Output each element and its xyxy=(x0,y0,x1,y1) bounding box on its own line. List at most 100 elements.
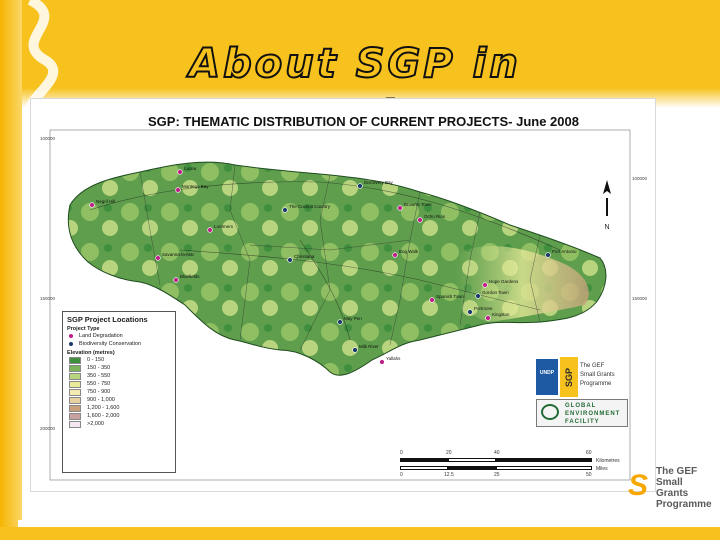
legend-heading: SGP Project Locations xyxy=(67,315,148,324)
branding-line: Programme xyxy=(656,499,712,510)
sgp-logo-line: Small Grants xyxy=(580,372,615,378)
legend-elevation-item: 900 - 1,000 xyxy=(69,396,175,404)
project-location-marker xyxy=(89,202,95,208)
undp-logo: UNDP xyxy=(536,359,558,395)
legend-elevation-item: 0 - 150 xyxy=(69,356,175,364)
project-location-marker xyxy=(352,347,358,353)
place-label: May Pen xyxy=(344,316,362,321)
gef-logo-line: GLOBAL xyxy=(565,403,597,409)
sgp-logo-text: The GEF Small Grants Programme xyxy=(580,362,630,389)
project-location-marker xyxy=(282,207,288,213)
legend-elevation-label: 1,600 - 2,000 xyxy=(87,413,120,419)
legend-item-biodiversity: Biodiversity Conservation xyxy=(69,340,175,348)
sgp-logo-line: The GEF xyxy=(580,363,605,369)
scale-tick: 25 xyxy=(494,472,500,478)
map-legend: SGP Project Locations Project Type Land … xyxy=(62,311,176,473)
sgp-branding: The GEF Small Grants Programme S xyxy=(628,466,716,510)
coord-label: 150000 xyxy=(632,296,648,301)
scale-unit-mi: Miles xyxy=(596,466,608,472)
project-location-marker xyxy=(485,315,491,321)
place-label: Yallahs xyxy=(386,356,401,361)
legend-elevation-label: >2,000 xyxy=(87,421,104,427)
gef-logo: GLOBAL ENVIRONMENT FACILITY xyxy=(536,399,628,427)
scale-unit-km: Kilometres xyxy=(596,458,620,464)
place-label: The Cockpit Country xyxy=(289,204,331,209)
place-label: Bluefields xyxy=(180,274,200,279)
project-location-marker xyxy=(175,187,181,193)
place-label: Port Antonio xyxy=(552,249,577,254)
scale-tick: 0 xyxy=(400,472,403,478)
north-arrow-label: N xyxy=(604,224,610,231)
project-location-marker xyxy=(429,297,435,303)
elevation-swatch-icon xyxy=(69,404,81,412)
coord-label: 100000 xyxy=(40,136,56,141)
place-label: Hope Gardens xyxy=(489,279,519,284)
legend-elevation-label: 750 - 900 xyxy=(87,389,111,395)
elevation-swatch-icon xyxy=(69,372,81,380)
scale-segment xyxy=(448,466,496,470)
project-location-marker xyxy=(337,319,343,325)
project-location-marker xyxy=(155,255,161,261)
legend-elevation-label: 150 - 350 xyxy=(87,365,111,371)
elevation-swatch-icon xyxy=(69,364,81,372)
scale-bar: 0 20 40 60 0 12.5 25 50 Kilometres Miles xyxy=(400,450,620,480)
north-arrow: N xyxy=(602,180,612,232)
branding-swoosh-icon: S xyxy=(628,469,649,502)
project-location-marker xyxy=(545,252,551,258)
scale-tick: 12.5 xyxy=(444,472,454,478)
place-label: Christiana xyxy=(294,254,315,259)
place-label: Spanish Town xyxy=(436,294,464,299)
legend-elevation-item: 350 - 550 xyxy=(69,372,175,380)
legend-elevation-item: 750 - 900 xyxy=(69,388,175,396)
place-label: Milk River xyxy=(359,344,379,349)
place-label: Ocho Rios xyxy=(424,214,446,219)
place-label: Brown's Town xyxy=(404,202,432,207)
elevation-swatch-icon xyxy=(69,396,81,404)
legend-elevation-item: >2,000 xyxy=(69,420,175,428)
coord-label: 200000 xyxy=(40,426,56,431)
scale-tick: 40 xyxy=(494,450,500,456)
elevation-swatch-icon xyxy=(69,420,81,428)
legend-item-land-degradation: Land Degradation xyxy=(69,332,175,340)
project-location-marker xyxy=(177,169,183,175)
place-label: Discovery Bay xyxy=(364,180,394,185)
biodiversity-marker-icon xyxy=(69,342,73,346)
project-location-marker xyxy=(467,309,473,315)
project-location-marker xyxy=(475,293,481,299)
project-location-marker xyxy=(357,183,363,189)
legend-elevation-item: 1,200 - 1,600 xyxy=(69,404,175,412)
scale-segment xyxy=(400,466,448,470)
elevation-swatch-icon xyxy=(69,356,81,364)
place-label: Bog Walk xyxy=(399,249,419,254)
scale-segment xyxy=(400,458,448,462)
place-label: Montego Bay xyxy=(182,184,209,189)
place-label: Kingston xyxy=(492,312,510,317)
scale-segment xyxy=(496,458,592,462)
scale-segment xyxy=(448,458,496,462)
scale-tick: 0 xyxy=(400,450,403,456)
branding-line: Small Grants xyxy=(656,477,689,499)
legend-elevation-list: 0 - 150 150 - 350 350 - 550 550 - 750 750 - … xyxy=(63,356,175,428)
legend-elevation-item: 1,600 - 2,000 xyxy=(69,412,175,420)
place-label: Lucea xyxy=(184,166,197,171)
land-degradation-marker-icon xyxy=(69,334,73,338)
gef-logo-line: FACILITY xyxy=(565,419,600,425)
scale-tick: 60 xyxy=(586,450,592,456)
scale-tick: 50 xyxy=(586,472,592,478)
legend-elevation-label: 1,200 - 1,600 xyxy=(87,405,120,411)
project-location-marker xyxy=(397,205,403,211)
place-label: Negril Hill xyxy=(96,199,115,204)
gef-logo-text: GLOBAL ENVIRONMENT FACILITY xyxy=(565,402,620,426)
footer-band xyxy=(0,527,720,540)
north-arrow-icon xyxy=(603,180,611,216)
legend-elevation-label: 550 - 750 xyxy=(87,381,111,387)
scale-tick: 20 xyxy=(446,450,452,456)
project-location-marker xyxy=(207,227,213,233)
legend-item-label: Biodiversity Conservation xyxy=(79,341,142,347)
scale-segment xyxy=(496,466,592,470)
elevation-swatch-icon xyxy=(69,380,81,388)
sgp-logo-line: Programme xyxy=(580,381,612,387)
elevation-swatch-icon xyxy=(69,388,81,396)
coord-label: 150000 xyxy=(40,296,56,301)
legend-elevation-label: 900 - 1,000 xyxy=(87,397,115,403)
